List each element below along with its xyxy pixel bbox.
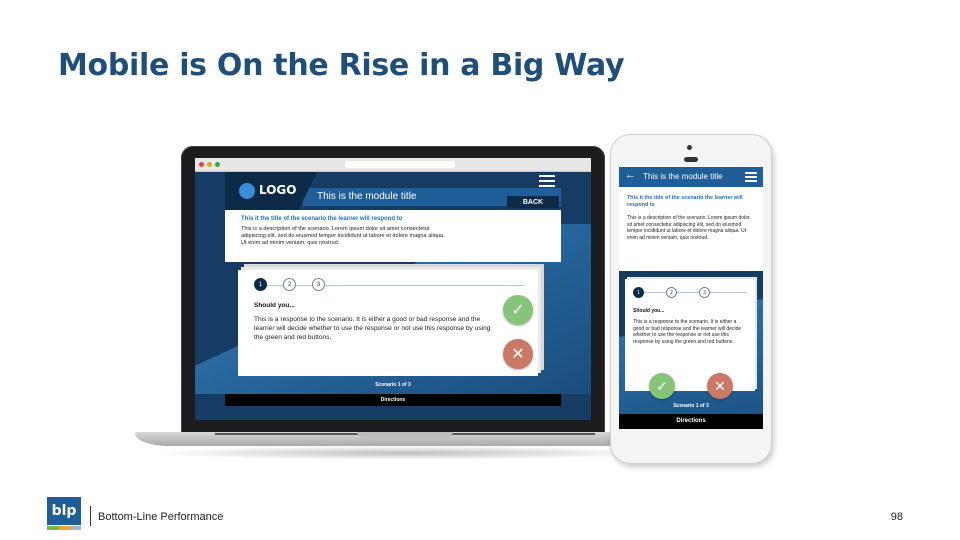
step-3[interactable]: 3 (699, 287, 710, 298)
scenario-title: This it the title of the scenario the le… (241, 216, 403, 222)
step-2[interactable]: 2 (283, 278, 296, 291)
laptop-mockup: LOGO This is the module title BACK This … (135, 146, 675, 466)
logo-circle-icon (239, 183, 255, 199)
logo-stripe (47, 526, 59, 530)
steps-line (633, 292, 747, 293)
scenario-card: This it the title of the scenario the le… (619, 187, 763, 271)
scenario-title: This it the title of the scenario the le… (627, 195, 743, 208)
app-header: LOGO This is the module title BACK (225, 172, 561, 210)
arrow-left-icon[interactable]: ← (625, 169, 636, 181)
question-text: Should you... (254, 302, 295, 309)
logo-text: blp (47, 497, 81, 525)
company-name: Bottom-Line Performance (98, 511, 224, 523)
scenario-description: This is a description of the scenario. L… (627, 215, 750, 241)
scenario-description: This is a description of the scenario. L… (241, 226, 445, 246)
laptop-notch (357, 432, 453, 437)
company-logo: blp (47, 497, 81, 531)
back-button[interactable]: BACK (507, 196, 559, 208)
scenario-card: This it the title of the scenario the le… (225, 210, 561, 262)
browser-bar (195, 158, 591, 172)
accept-button[interactable]: ✓ (649, 373, 675, 399)
maximize-window-icon[interactable] (215, 162, 220, 167)
course-app: LOGO This is the module title BACK This … (195, 172, 591, 420)
minimize-window-icon[interactable] (207, 162, 212, 167)
phone-mockup: ← This is the module title This it the t… (610, 134, 772, 464)
logo-stripe (59, 526, 71, 530)
slide-title: Mobile is On the Rise in a Big Way (58, 48, 625, 83)
close-icon: ✕ (714, 377, 726, 394)
check-icon: ✓ (511, 302, 525, 319)
directions-button[interactable]: Directions (225, 394, 561, 406)
scenario-counter: Scenario 1 of 3 (375, 382, 411, 388)
reject-button[interactable]: ✕ (503, 339, 533, 369)
laptop-screen: LOGO This is the module title BACK This … (195, 158, 591, 420)
phone-screen: ← This is the module title This it the t… (619, 167, 763, 429)
question-text: Should you... (633, 308, 665, 314)
hamburger-menu-icon[interactable] (745, 172, 757, 184)
response-card: 1 2 3 Should you... This is a response t… (238, 270, 538, 376)
hamburger-menu-icon[interactable] (539, 175, 555, 190)
response-text: This is a response to the scenario. It i… (254, 316, 491, 341)
phone-speaker (684, 157, 698, 162)
close-icon: ✕ (511, 346, 525, 363)
phone-camera (687, 145, 692, 150)
window-controls (199, 162, 220, 167)
step-indicator: 1 2 3 (254, 278, 524, 294)
step-1[interactable]: 1 (633, 287, 644, 298)
address-bar[interactable] (345, 161, 455, 168)
step-1[interactable]: 1 (254, 278, 267, 291)
close-window-icon[interactable] (199, 162, 204, 167)
module-title: This is the module title (317, 191, 417, 202)
directions-button[interactable]: Directions (619, 414, 763, 429)
footer-divider (90, 506, 91, 526)
step-2[interactable]: 2 (666, 287, 677, 298)
page-number: 98 (890, 511, 903, 523)
reject-button[interactable]: ✕ (707, 373, 733, 399)
phone-app-header: ← This is the module title (619, 167, 763, 187)
laptop-shadow (147, 446, 663, 460)
response-card: 1 2 3 Should you... This is a response t… (625, 279, 755, 391)
module-title: This is the module title (643, 172, 723, 181)
step-indicator: 1 2 3 (633, 287, 747, 300)
scenario-counter: Scenario 1 of 3 (673, 403, 709, 409)
response-text: This is a response to the scenario. It i… (633, 319, 742, 345)
laptop-lid: LOGO This is the module title BACK This … (181, 146, 605, 434)
logo-text: LOGO (259, 183, 297, 197)
logo-stripe (71, 526, 81, 530)
accept-button[interactable]: ✓ (503, 295, 533, 325)
step-3[interactable]: 3 (312, 278, 325, 291)
check-icon: ✓ (656, 377, 668, 394)
